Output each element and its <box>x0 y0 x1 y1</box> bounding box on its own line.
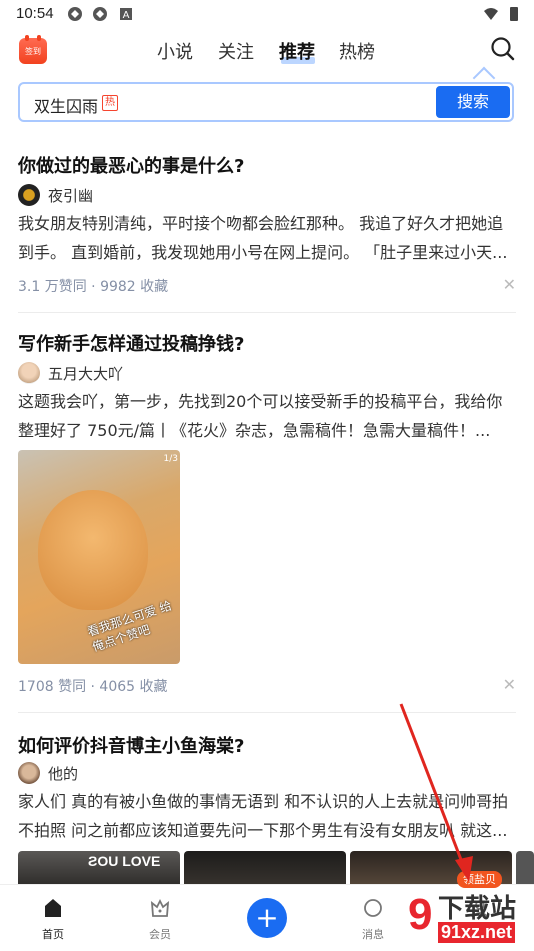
nav-home-label: 首页 <box>42 928 64 941</box>
watermark-logo: 9 <box>408 890 433 939</box>
image-text: ƧOU LOVE <box>88 853 161 869</box>
tab-hot-list[interactable]: 热榜 <box>339 38 375 64</box>
nav-messages-label: 消息 <box>362 928 384 941</box>
search-input[interactable]: 双生囚雨 <box>34 93 98 117</box>
nav-messages[interactable]: 消息 <box>343 897 403 942</box>
tab-following[interactable]: 关注 <box>218 38 254 64</box>
wifi-icon <box>484 8 498 20</box>
avatar[interactable] <box>18 762 40 784</box>
author-name[interactable]: 夜引幽 <box>48 185 93 206</box>
feed-item[interactable]: 你做过的最恶心的事是什么? 夜引幽 我女朋友特别清纯，平时接个吻都会脸红那种。 … <box>18 148 516 298</box>
cartoon-character-image <box>38 490 148 610</box>
author[interactable]: 五月大大吖 <box>18 362 123 384</box>
answer-stats: 3.1 万赞同 · 9982 收藏 <box>18 279 169 295</box>
nav-home[interactable]: 首页 <box>23 897 83 942</box>
answer-excerpt[interactable]: 我女朋友特别清纯，平时接个吻都会脸红那种。 我追了好久才把她追到手。 直到婚前，… <box>18 209 516 267</box>
answer-excerpt[interactable]: 这题我会吖，第一步，先找到20个可以接受新手的投稿平台，我给你整理好了 750元… <box>18 387 516 445</box>
avatar[interactable] <box>18 184 40 206</box>
app-notification-icon <box>68 7 82 21</box>
top-nav: 签到 小说 关注 推荐 热榜 <box>0 30 534 74</box>
author-name[interactable]: 他的 <box>48 763 78 784</box>
question-title[interactable]: 你做过的最恶心的事是什么? <box>18 152 244 178</box>
question-title[interactable]: 写作新手怎样通过投稿挣钱? <box>18 330 244 356</box>
message-icon <box>364 899 382 917</box>
tab-novel[interactable]: 小说 <box>157 38 193 64</box>
hot-tag: 热 <box>102 95 118 111</box>
annotation-arrow <box>399 703 473 882</box>
image-count: 1/3 <box>163 454 178 464</box>
feed-item[interactable]: 写作新手怎样通过投稿挣钱? 五月大大吖 这题我会吖，第一步，先找到20个可以接受… <box>18 326 516 696</box>
tab-recommend[interactable]: 推荐 <box>279 38 315 64</box>
question-title[interactable]: 如何评价抖音博主小鱼海棠? <box>18 732 244 758</box>
svg-text:A: A <box>123 10 130 21</box>
watermark-text: 下载站 <box>438 893 517 923</box>
battery-icon <box>510 7 518 21</box>
search-bar[interactable]: 双生囚雨 热 搜索 <box>18 82 514 122</box>
checkin-calendar-icon[interactable]: 签到 <box>19 35 47 64</box>
nav-membership-label: 会员 <box>149 928 171 941</box>
crown-icon <box>150 898 170 917</box>
app-notification-icon <box>93 7 107 21</box>
search-icon[interactable] <box>490 36 516 62</box>
a-notification-icon: A <box>120 8 132 21</box>
avatar[interactable] <box>18 362 40 384</box>
search-button[interactable]: 搜索 <box>436 86 510 118</box>
answer-image[interactable]: 1/3 看我那么可爱 给俺点个赞吧 <box>18 450 180 664</box>
answer-stats: 1708 赞同 · 4065 收藏 <box>18 679 168 695</box>
close-icon[interactable]: ✕ <box>503 675 516 694</box>
watermark-url: 91xz.net <box>438 922 516 943</box>
author-name[interactable]: 五月大大吖 <box>48 363 123 384</box>
close-icon[interactable]: ✕ <box>503 275 516 294</box>
site-watermark: 9 下载站 91xz.net <box>408 888 534 950</box>
author[interactable]: 夜引幽 <box>18 184 93 206</box>
status-time: 10:54 <box>16 5 54 22</box>
divider <box>18 312 516 313</box>
create-button[interactable]: + <box>247 898 287 938</box>
author[interactable]: 他的 <box>18 762 78 784</box>
home-icon <box>45 899 61 917</box>
status-bar: 10:54 A <box>0 0 534 28</box>
nav-membership[interactable]: 会员 <box>130 897 190 942</box>
